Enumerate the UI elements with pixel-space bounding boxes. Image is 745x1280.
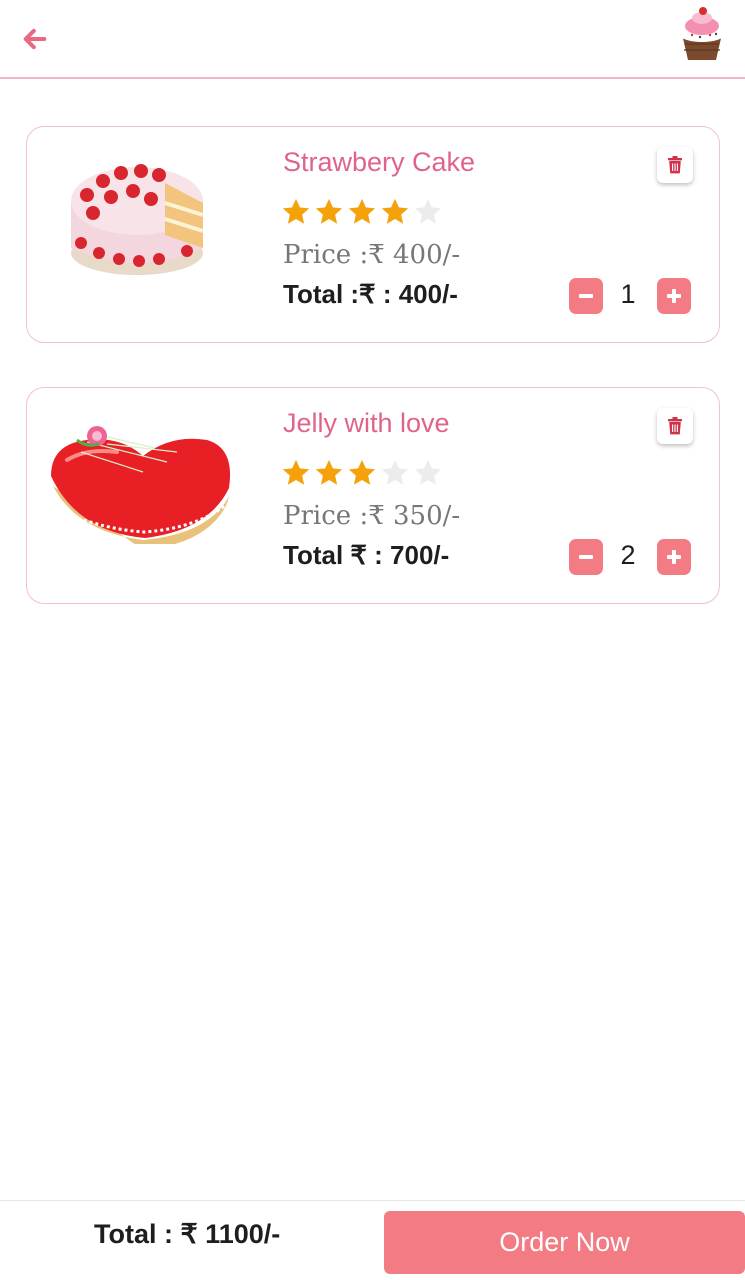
- quantity-value: 1: [620, 279, 636, 309]
- star-empty-icon: [414, 198, 442, 224]
- decrease-quantity-button[interactable]: [569, 539, 603, 575]
- cupcake-logo: [672, 4, 732, 64]
- trash-icon: [668, 417, 682, 435]
- minus-icon: [579, 294, 593, 298]
- rating-stars: [281, 458, 443, 488]
- strawberry-cake-image: [47, 143, 237, 283]
- item-name: Strawbery Cake: [283, 147, 476, 177]
- order-now-button[interactable]: Order Now: [384, 1211, 745, 1274]
- star-empty-icon: [414, 459, 442, 485]
- cart-item-card: Strawbery Cake Price :₹ 400/- Total :₹ :…: [26, 126, 720, 343]
- star-filled-icon: [348, 198, 376, 224]
- delete-item-button[interactable]: [657, 147, 693, 183]
- star-filled-icon: [348, 459, 376, 485]
- item-price: Price :₹ 400/-: [283, 240, 461, 270]
- star-filled-icon: [315, 198, 343, 224]
- plus-icon: [667, 289, 681, 303]
- item-price: Price :₹ 350/-: [283, 501, 461, 531]
- checkout-bar: Total : ₹ 1100/- Order Now: [0, 1200, 745, 1280]
- rating-stars: [281, 197, 443, 227]
- trash-icon: [668, 156, 682, 174]
- item-name: Jelly with love: [283, 408, 450, 438]
- star-filled-icon: [282, 459, 310, 485]
- back-button[interactable]: [18, 22, 52, 56]
- cart-item-card: Jelly with love Price :₹ 350/- Total ₹ :…: [26, 387, 720, 604]
- minus-icon: [579, 555, 593, 559]
- delete-item-button[interactable]: [657, 408, 693, 444]
- item-total: Total ₹ : 700/-: [283, 540, 450, 570]
- cart-total: Total : ₹ 1100/-: [94, 1219, 281, 1249]
- item-total: Total :₹ : 400/-: [283, 279, 458, 309]
- star-filled-icon: [282, 198, 310, 224]
- star-filled-icon: [381, 198, 409, 224]
- decrease-quantity-button[interactable]: [569, 278, 603, 314]
- increase-quantity-button[interactable]: [657, 278, 691, 314]
- quantity-value: 2: [620, 540, 636, 570]
- app-header: [0, 0, 745, 79]
- arrow-left-icon: [23, 28, 47, 50]
- star-empty-icon: [381, 459, 409, 485]
- plus-icon: [667, 550, 681, 564]
- star-filled-icon: [315, 459, 343, 485]
- heart-jelly-cake-image: [47, 404, 237, 550]
- increase-quantity-button[interactable]: [657, 539, 691, 575]
